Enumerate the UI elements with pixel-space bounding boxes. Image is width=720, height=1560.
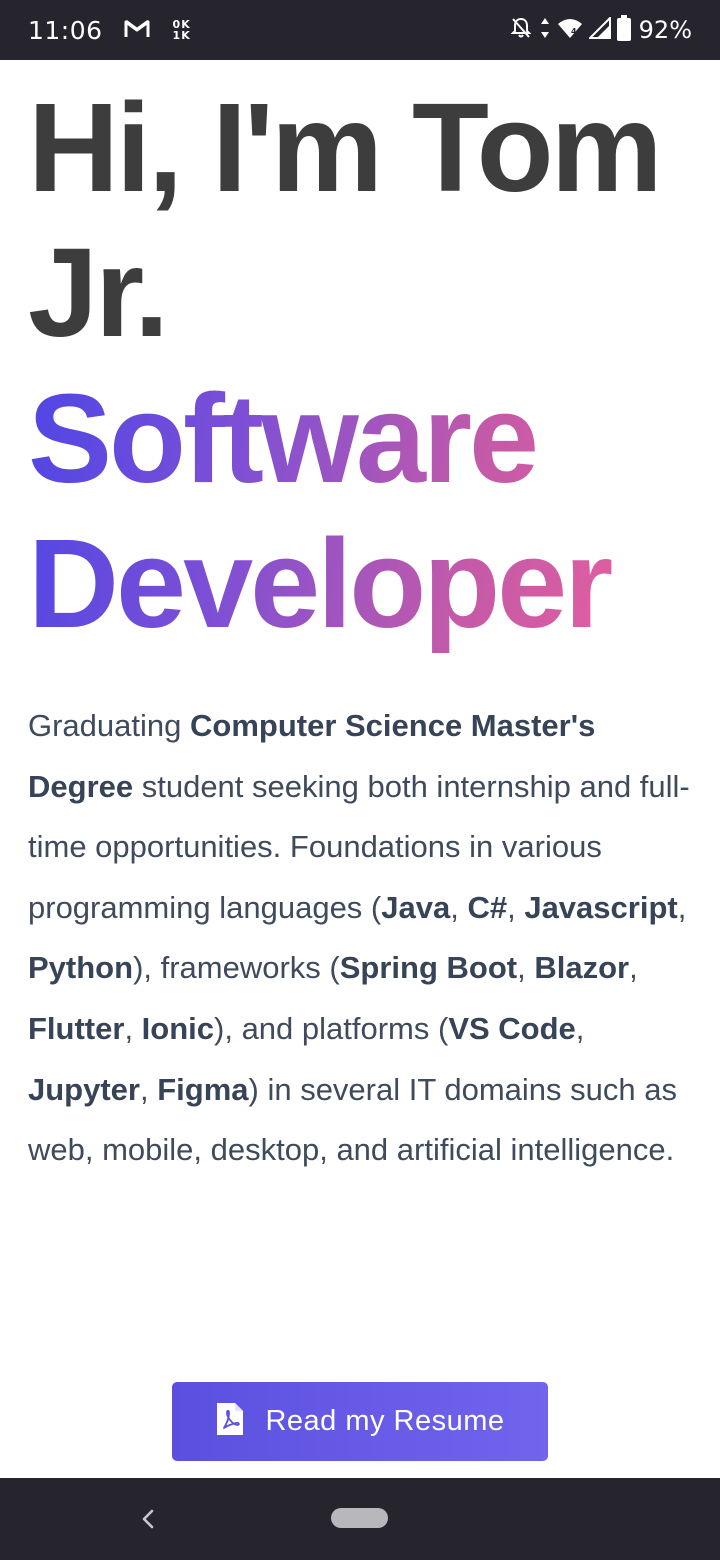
intro-highlight: VS Code <box>448 1010 576 1046</box>
data-transfer-icon <box>539 16 551 45</box>
svg-text:4: 4 <box>571 27 577 36</box>
notifications-off-icon <box>509 16 533 45</box>
intro-highlight: Java <box>381 889 451 925</box>
hero-subtitle-line-1: Software <box>28 368 537 509</box>
intro-highlight: Python <box>28 950 134 986</box>
battery-percent: 92% <box>638 16 692 44</box>
status-time: 11:06 <box>28 15 103 45</box>
intro-text: , <box>139 1071 158 1107</box>
read-resume-button[interactable]: Read my Resume <box>172 1382 548 1461</box>
back-icon[interactable] <box>133 1504 161 1534</box>
home-pill-icon[interactable] <box>331 1508 388 1528</box>
hero-subtitle: Software Developer <box>28 366 708 656</box>
intro-highlight: Javascript <box>524 889 678 925</box>
download-counter: 1K <box>172 29 191 42</box>
navigation-bar <box>0 1478 720 1560</box>
intro-text: , <box>629 950 638 986</box>
data-counter-icon: 0K 1K <box>173 19 191 41</box>
intro-text: Graduating <box>28 708 190 743</box>
intro-text: , <box>575 1010 585 1046</box>
intro-text: ), frameworks ( <box>133 950 340 986</box>
intro-text: , <box>517 950 535 986</box>
hero-title: Hi, I'm Tom Jr. <box>28 77 663 363</box>
intro-text: , <box>677 889 687 925</box>
intro-highlight: Blazor <box>534 950 630 986</box>
intro-text: , <box>450 889 468 925</box>
intro-text: , <box>124 1010 142 1046</box>
intro-highlight: Spring Boot <box>339 950 518 986</box>
wifi-icon: 4 <box>557 17 583 44</box>
battery-icon <box>616 14 631 46</box>
intro-highlight: Jupyter <box>28 1071 140 1107</box>
read-resume-label: Read my Resume <box>265 1405 505 1437</box>
status-left-icons: 0K 1K <box>123 17 191 44</box>
gmail-icon <box>123 17 151 44</box>
status-bar: 11:06 0K 1K 4 92% <box>0 0 720 60</box>
intro-highlight: Flutter <box>28 1010 125 1046</box>
intro-paragraph: Graduating Computer Science Master's Deg… <box>28 696 698 1181</box>
page-content: Hi, I'm Tom Jr. Software Developer Gradu… <box>0 60 720 1478</box>
status-right-icons: 4 92% <box>509 14 692 46</box>
cell-signal-icon <box>587 15 611 44</box>
intro-text: , <box>507 889 525 925</box>
intro-highlight: Figma <box>157 1071 249 1107</box>
pdf-file-icon <box>215 1401 245 1442</box>
intro-text: ), and platforms ( <box>214 1010 449 1046</box>
intro-highlight: C# <box>467 889 508 925</box>
intro-highlight: Ionic <box>141 1010 215 1046</box>
hero-subtitle-line-2: Developer <box>28 513 611 654</box>
